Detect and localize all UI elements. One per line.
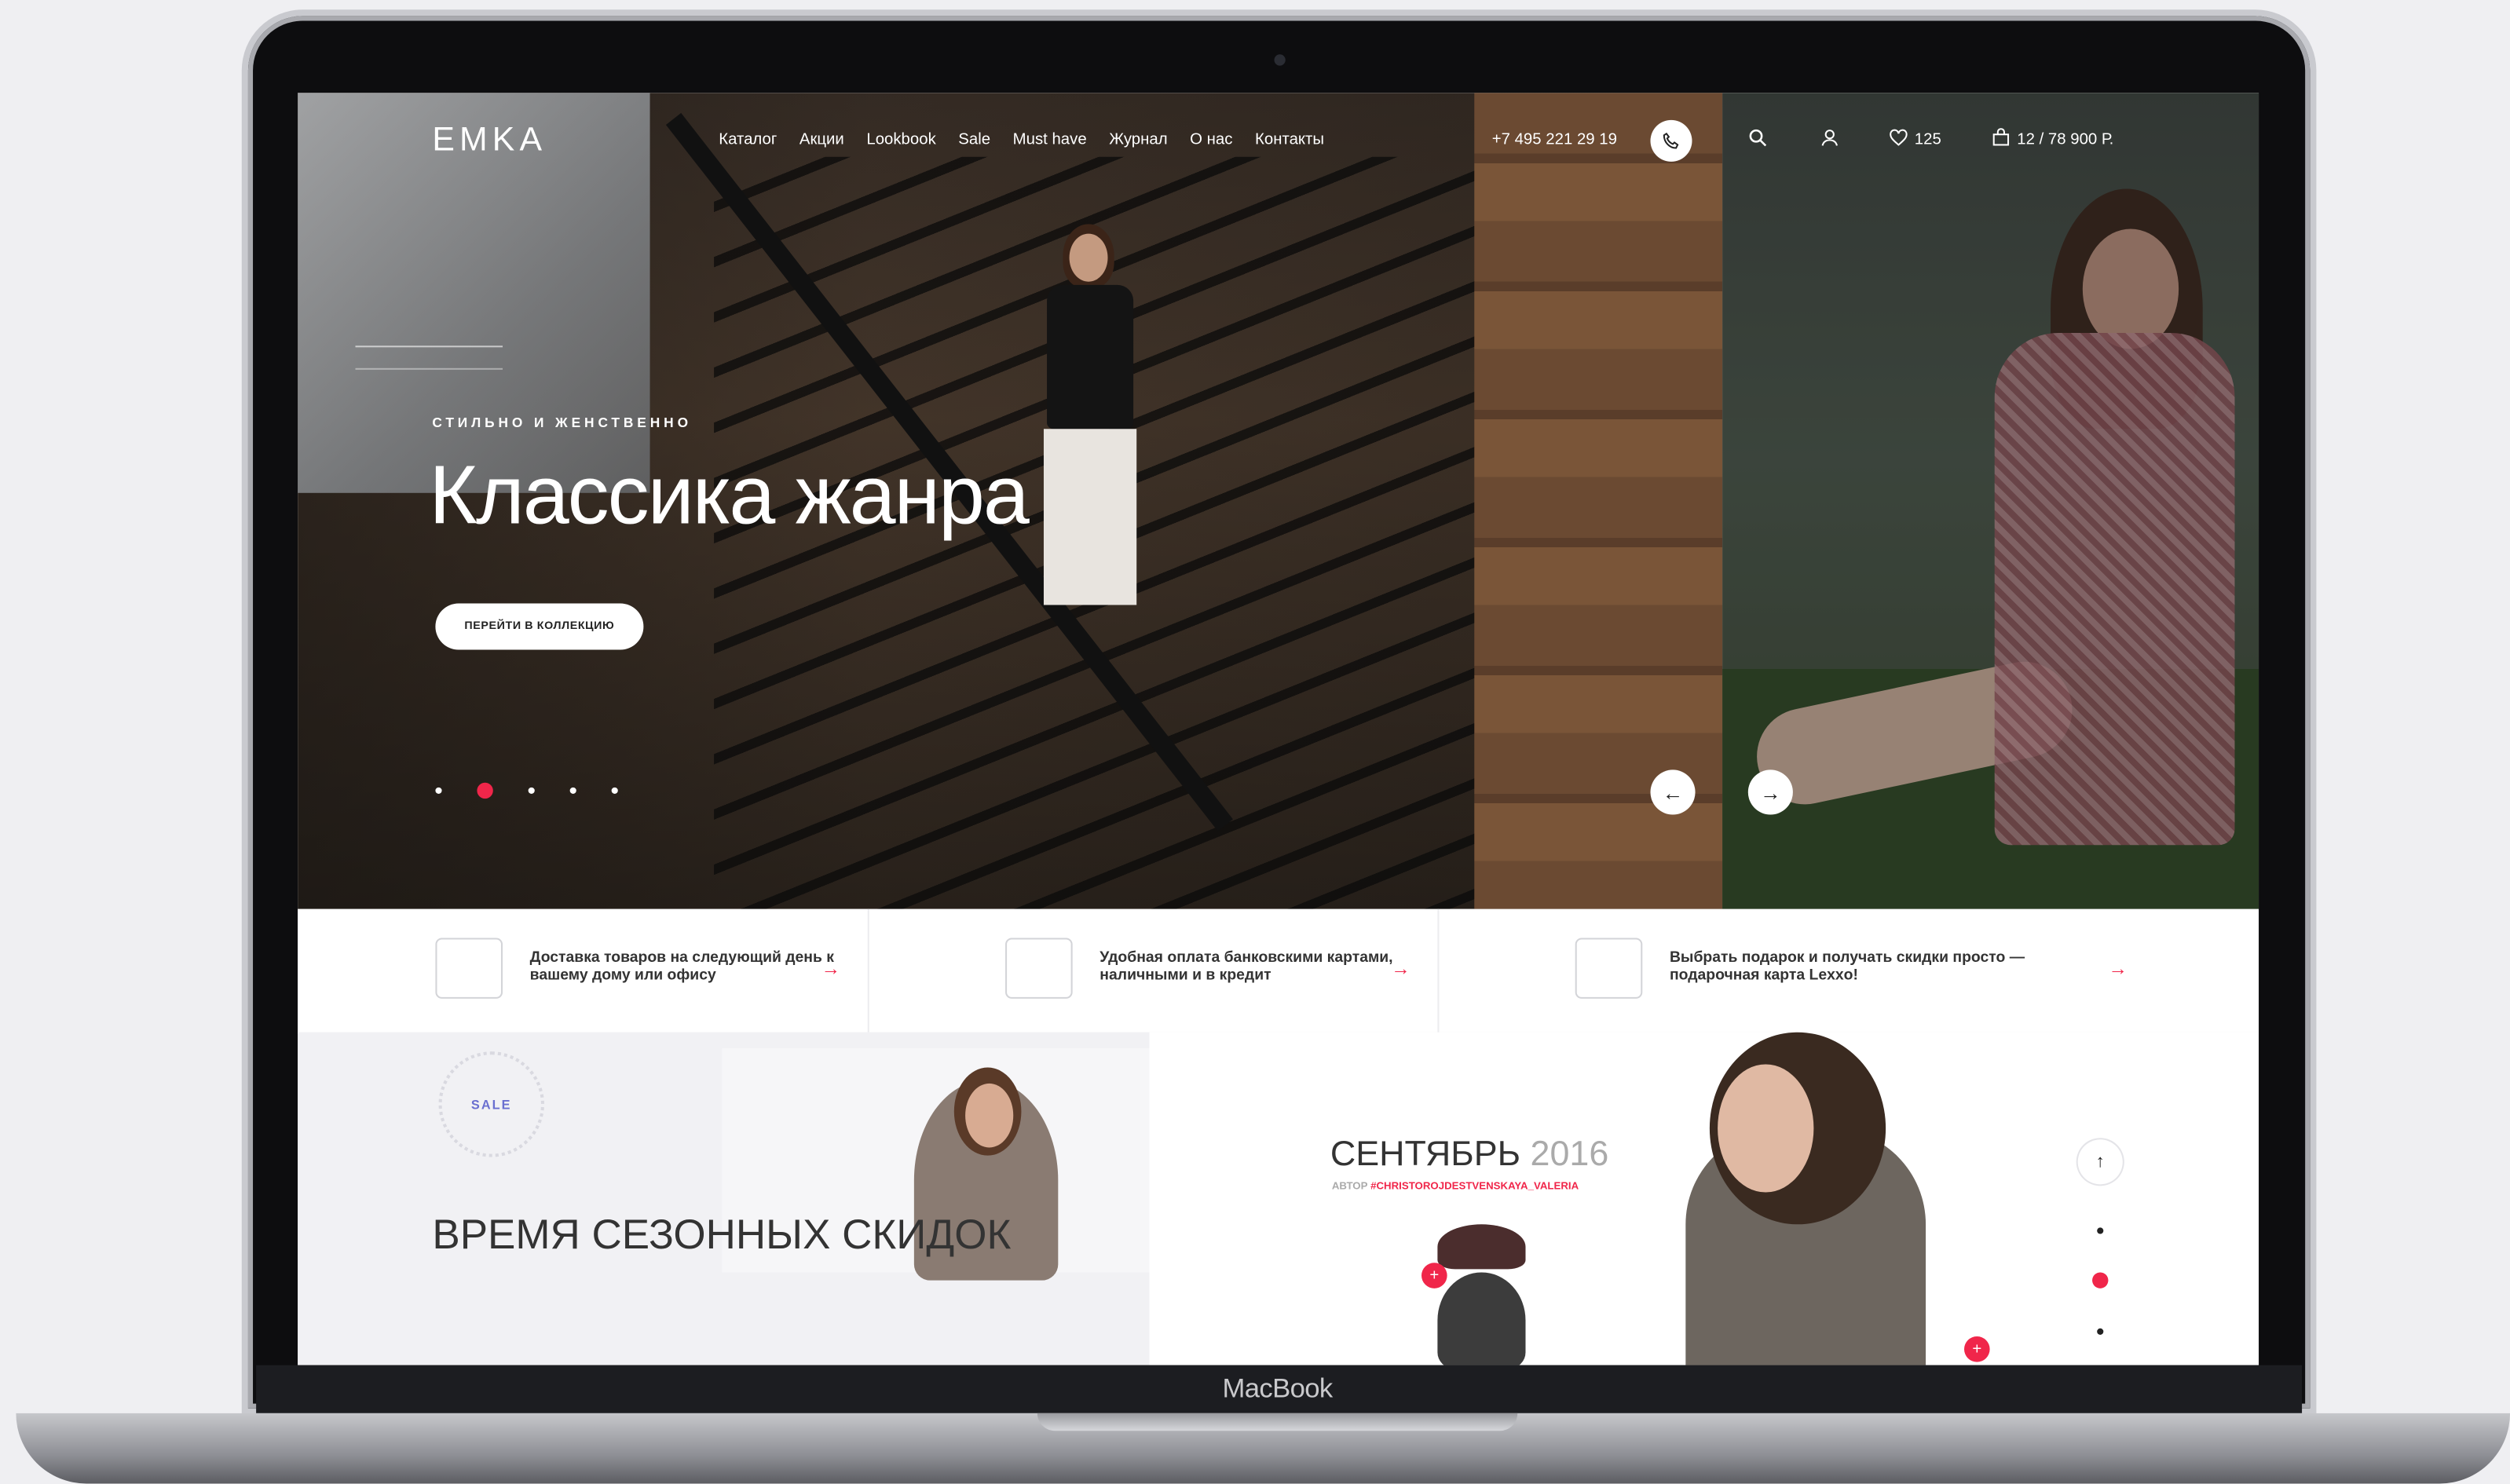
arrow-right-icon: → bbox=[2108, 956, 2128, 980]
nav-item-lookbook[interactable]: Lookbook bbox=[866, 131, 935, 148]
next-slide-button[interactable]: → bbox=[1747, 769, 1793, 815]
main-nav: Каталог Акции Lookbook Sale Must have Жу… bbox=[719, 131, 1324, 148]
slider-dot-active[interactable] bbox=[477, 782, 493, 799]
phone-icon bbox=[1663, 132, 1679, 149]
nav-item-catalog[interactable]: Каталог bbox=[719, 131, 777, 148]
call-button[interactable] bbox=[1650, 119, 1692, 162]
hero-photo-next[interactable] bbox=[1722, 93, 2259, 909]
website-screen: EMKA Каталог Акции Lookbook Sale Must ha… bbox=[298, 93, 2259, 1365]
hero-title: Классика жанра bbox=[429, 449, 1030, 543]
arrow-right-icon: → bbox=[1760, 780, 1781, 805]
nav-item-about[interactable]: О нас bbox=[1190, 131, 1232, 148]
feature-payment[interactable]: Удобная оплата банковскими картами, нали… bbox=[868, 908, 1440, 1033]
feature-delivery[interactable]: Доставка товаров на следующий день к ваш… bbox=[298, 908, 869, 1033]
slider-dot[interactable] bbox=[569, 787, 576, 794]
site-logo[interactable]: EMKA bbox=[432, 122, 547, 160]
prev-slide-button[interactable]: ← bbox=[1650, 769, 1696, 815]
bag-icon[interactable] bbox=[1992, 128, 2011, 152]
device-label: MacBook bbox=[1222, 1373, 1333, 1404]
heart-icon[interactable] bbox=[1889, 128, 1908, 152]
user-icon[interactable] bbox=[1820, 128, 1839, 152]
nav-item-contacts[interactable]: Контакты bbox=[1255, 131, 1324, 148]
nav-item-promotions[interactable]: Акции bbox=[799, 131, 844, 148]
slider-dot[interactable] bbox=[435, 787, 442, 794]
nav-item-must-have[interactable]: Must have bbox=[1013, 131, 1087, 148]
model-figure bbox=[1034, 189, 1147, 894]
nav-item-journal[interactable]: Журнал bbox=[1109, 131, 1167, 148]
arrow-right-icon: → bbox=[1391, 956, 1411, 980]
sale-section bbox=[298, 1032, 1150, 1365]
features-bar: Доставка товаров на следующий день к ваш… bbox=[298, 908, 2259, 1034]
cart-summary[interactable]: 12 / 78 900 Р. bbox=[2017, 131, 2113, 148]
favorites-count[interactable]: 125 bbox=[1915, 131, 1941, 148]
feature-gift-card[interactable]: Выбрать подарок и получать скидки просто… bbox=[1437, 909, 2259, 1033]
nav-item-sale[interactable]: Sale bbox=[958, 131, 990, 148]
gift-icon bbox=[1575, 938, 1643, 999]
camera-icon bbox=[1274, 54, 1286, 66]
hero-slider: EMKA Каталог Акции Lookbook Sale Must ha… bbox=[298, 93, 2259, 909]
slider-dot[interactable] bbox=[528, 787, 535, 794]
go-to-collection-button[interactable]: ПЕРЕЙТИ В КОЛЛЕКЦИЮ bbox=[435, 603, 644, 650]
arrow-left-icon: ← bbox=[1662, 780, 1684, 805]
slider-dot[interactable] bbox=[611, 787, 618, 794]
slider-dots bbox=[435, 782, 618, 799]
phone-number[interactable]: +7 495 221 29 19 bbox=[1492, 131, 1617, 148]
arrow-right-icon: → bbox=[821, 956, 841, 980]
wallet-icon bbox=[1005, 938, 1073, 999]
hero-eyebrow: СТИЛЬНО И ЖЕНСТВЕННО bbox=[432, 414, 692, 431]
search-icon[interactable] bbox=[1748, 128, 1767, 152]
truck-icon bbox=[435, 938, 503, 999]
